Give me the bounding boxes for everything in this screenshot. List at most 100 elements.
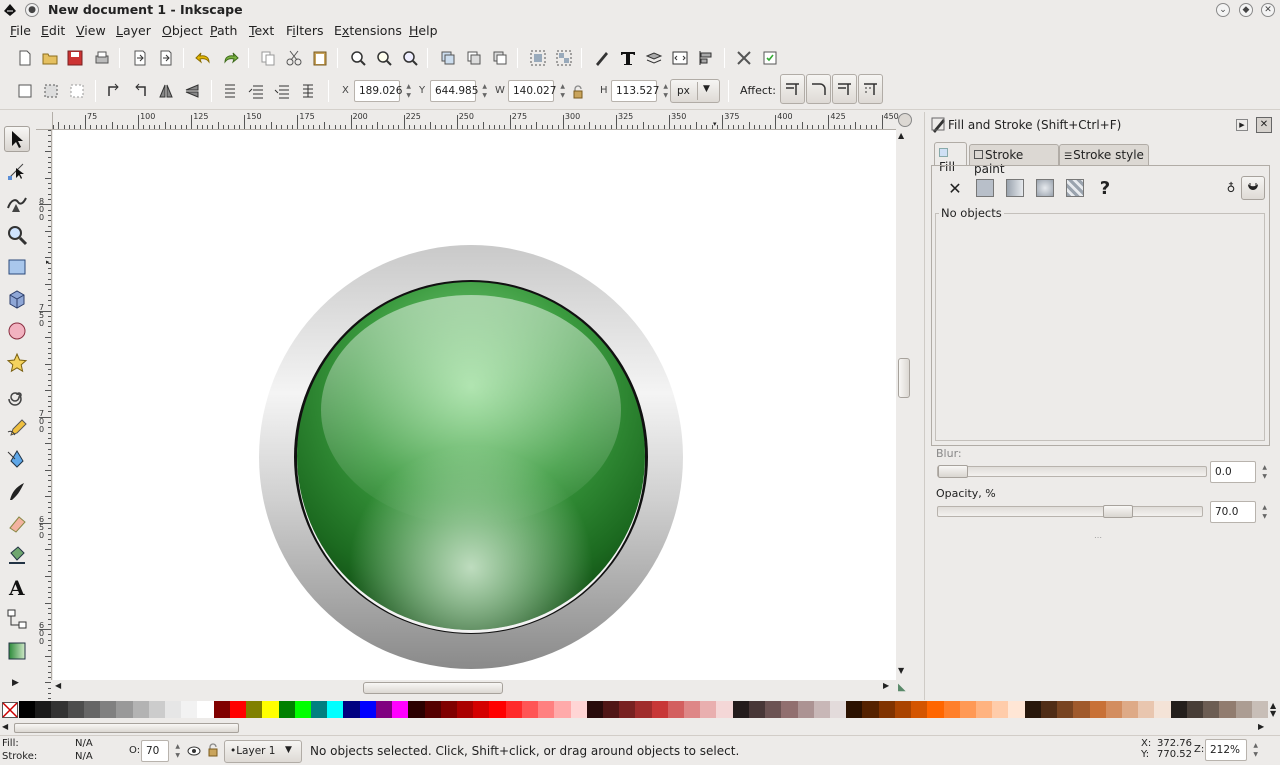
color-swatch[interactable] [521,701,539,718]
toolbox-more-icon[interactable]: ▶ [12,678,19,688]
color-swatch[interactable] [359,701,377,718]
layers-icon[interactable] [643,47,665,69]
paint-bucket-tool-icon[interactable] [4,542,30,568]
color-swatch[interactable] [262,701,280,718]
color-swatch[interactable] [164,701,182,718]
color-swatch[interactable] [878,701,896,718]
color-swatch[interactable] [781,701,799,718]
horizontal-ruler[interactable]: 75 100 125 150 175 200 225 250 275 300 325 350 375 40… [53,112,899,130]
select-all-icon[interactable] [14,80,36,102]
close-window-icon[interactable]: ✕ [1261,3,1275,17]
layer-visibility-eye-icon[interactable] [187,744,201,758]
select-all-layers-icon[interactable] [40,80,62,102]
redo-icon[interactable] [219,47,241,69]
horizontal-scroll-thumb[interactable] [363,682,503,694]
status-opacity-spin-icon[interactable]: ▲ ▼ [175,742,180,760]
color-swatch[interactable] [765,701,782,718]
color-swatch[interactable] [246,701,263,718]
flip-vertical-icon[interactable] [181,80,203,102]
scroll-down-icon[interactable]: ▼ [898,666,904,675]
opacity-slider[interactable] [937,505,1203,518]
color-swatch[interactable] [132,701,150,718]
3d-box-tool-icon[interactable] [4,286,30,312]
menu-view[interactable]: View [76,23,106,38]
color-swatch[interactable] [927,701,945,718]
color-swatch[interactable] [1138,701,1155,718]
color-swatch[interactable] [424,701,442,718]
h-spin-arrows-icon[interactable]: ▲ ▼ [663,82,668,100]
color-swatch[interactable] [684,701,701,718]
x-spin-arrows-icon[interactable]: ▲ ▼ [406,82,411,100]
radial-gradient-icon[interactable] [1033,176,1057,200]
color-swatch[interactable] [586,701,604,718]
import-icon[interactable] [129,47,151,69]
palette-scroll-left-icon[interactable]: ◀ [2,722,8,731]
pen-tool-icon[interactable] [4,446,30,472]
gradient-tool-icon[interactable] [4,638,30,664]
close-panel-icon[interactable]: ✕ [1256,117,1272,133]
lower-to-bottom-icon[interactable] [297,80,319,102]
xml-editor-icon[interactable] [669,47,691,69]
undo-icon[interactable] [193,47,215,69]
color-swatch[interactable] [570,701,588,718]
color-swatch[interactable] [294,701,312,718]
affect-rounded-corners-button[interactable] [806,74,831,104]
color-swatch[interactable] [1235,701,1253,718]
color-swatch[interactable] [327,701,344,718]
duplicate-icon[interactable] [437,47,459,69]
menu-help[interactable]: Help [409,23,438,38]
color-swatch[interactable] [911,701,928,718]
linear-gradient-icon[interactable] [1003,176,1027,200]
affect-patterns-button[interactable] [858,74,883,104]
color-swatch[interactable] [116,701,134,718]
color-swatch[interactable] [1105,701,1123,718]
opacity-slider-thumb[interactable] [1103,505,1134,518]
color-swatch[interactable] [716,701,734,718]
color-swatch[interactable] [35,701,52,718]
drawing-canvas[interactable] [53,130,896,680]
h-input[interactable]: 113.527 ▲ ▼ [611,80,668,102]
calligraphy-tool-icon[interactable] [4,478,30,504]
color-swatch[interactable] [846,701,863,718]
color-swatch[interactable] [635,701,653,718]
color-swatch[interactable] [1024,701,1042,718]
palette-scroll-thumb[interactable] [14,723,239,733]
scroll-up-icon[interactable]: ▲ [898,131,904,140]
print-icon[interactable] [91,47,113,69]
color-swatch[interactable] [1219,701,1237,718]
palette-scrollbar[interactable]: ◀ ▶ [0,722,1270,734]
opacity-spin-arrows-icon[interactable]: ▲ ▼ [1262,503,1267,521]
pencil-tool-icon[interactable] [4,414,30,440]
color-swatch[interactable] [976,701,993,718]
vertical-scrollbar[interactable]: ▲ ▼ [896,130,912,680]
color-swatch[interactable] [505,701,523,718]
document-properties-icon[interactable] [759,47,781,69]
color-swatch[interactable] [343,701,361,718]
color-swatch[interactable] [943,701,961,718]
scroll-right-icon[interactable]: ▶ [883,681,889,690]
menu-layer[interactable]: Layer [116,23,151,38]
save-icon[interactable] [64,47,86,69]
color-swatch[interactable] [197,701,215,718]
color-swatch[interactable] [213,701,231,718]
color-swatch[interactable] [1073,701,1091,718]
lower-icon[interactable] [271,80,293,102]
tweak-tool-icon[interactable] [4,190,30,216]
paste-icon[interactable] [309,47,331,69]
color-swatch[interactable] [456,701,474,718]
menu-file[interactable]: File [10,23,31,38]
color-swatch[interactable] [1251,701,1269,718]
color-swatch[interactable] [538,701,555,718]
menu-edit[interactable]: Edit [41,23,65,38]
star-tool-icon[interactable] [4,350,30,376]
new-document-icon[interactable] [14,47,36,69]
rectangle-tool-icon[interactable] [4,254,30,280]
clone-icon[interactable] [463,47,485,69]
blur-slider-thumb[interactable] [938,465,968,478]
color-swatch[interactable] [732,701,750,718]
color-swatch[interactable] [408,701,426,718]
color-management-icon[interactable]: ◣ [898,682,906,693]
ungroup-icon[interactable] [553,47,575,69]
color-swatch[interactable] [375,701,393,718]
fill-indicator-value[interactable]: N/A [75,738,93,749]
